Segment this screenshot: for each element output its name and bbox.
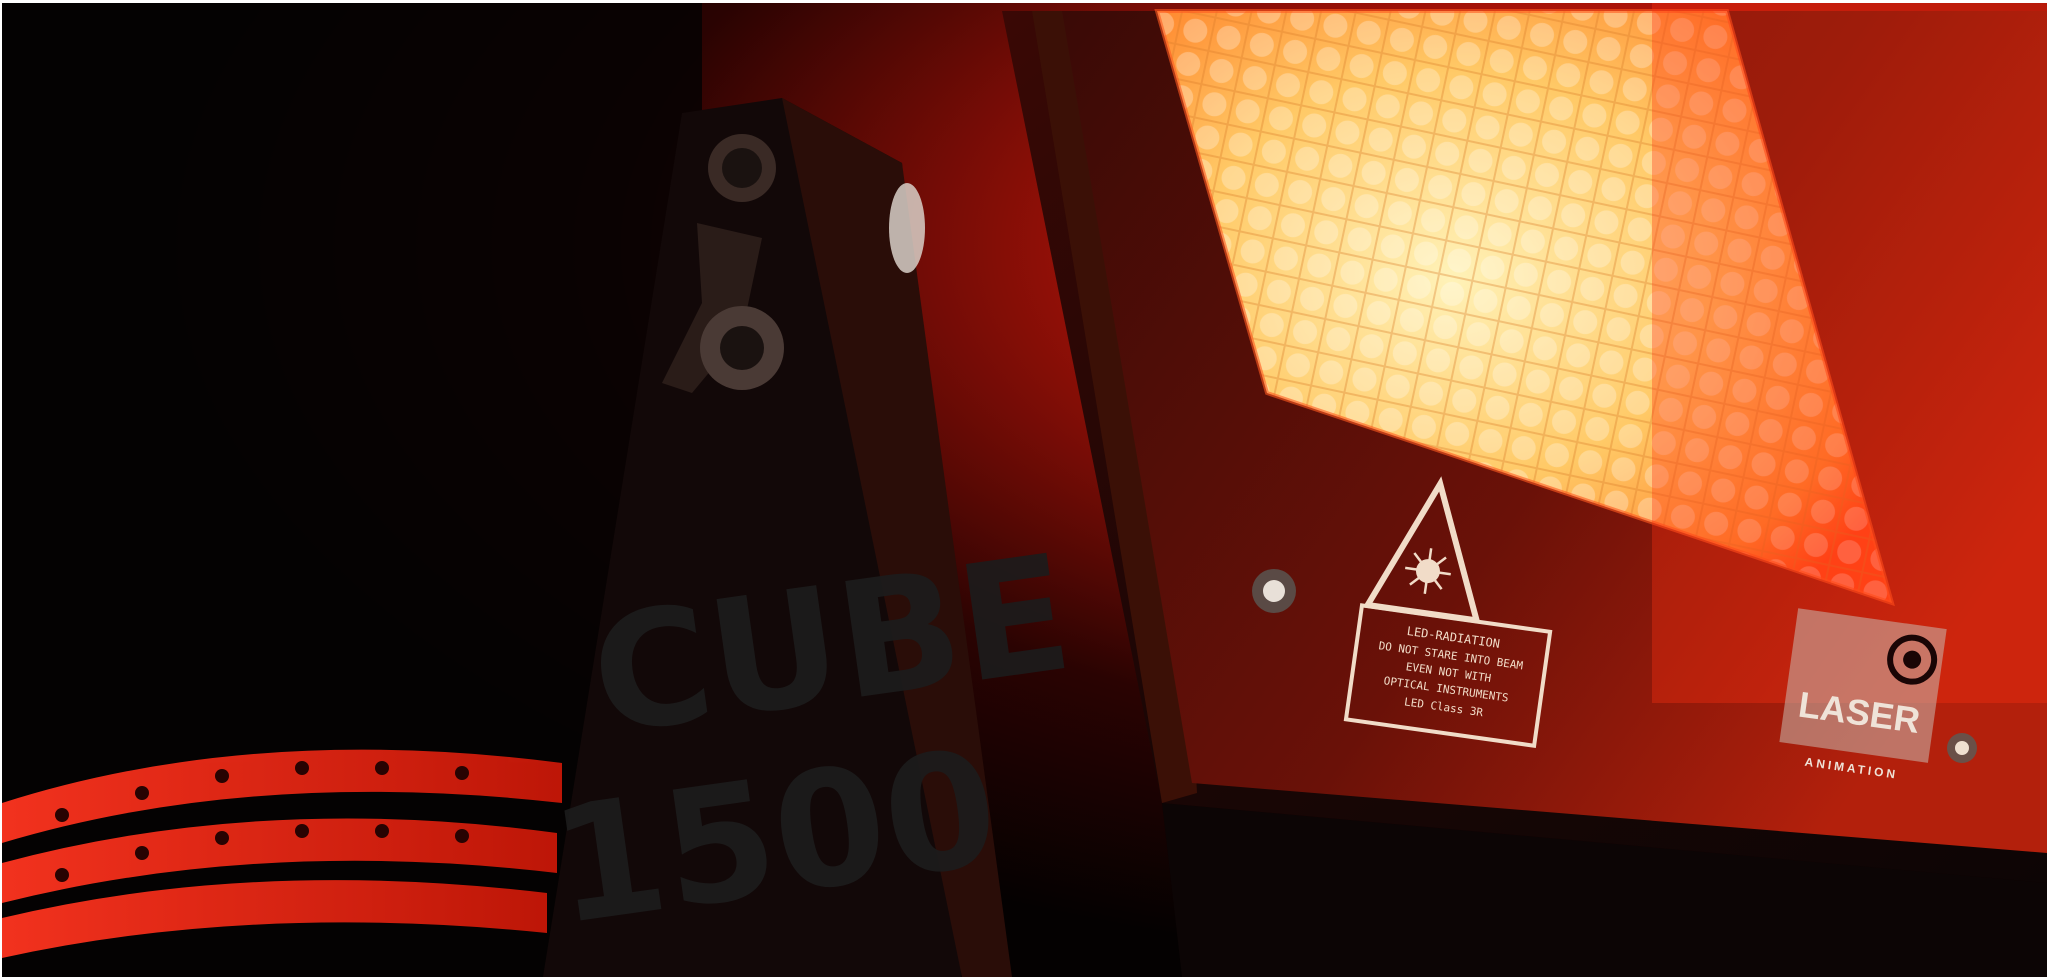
product-photo: CUBE 1500 LED-RADIATION DO NOT STARE INT… <box>2 3 2047 977</box>
photo-frame: CUBE 1500 LED-RADIATION DO NOT STARE INT… <box>0 0 2049 980</box>
